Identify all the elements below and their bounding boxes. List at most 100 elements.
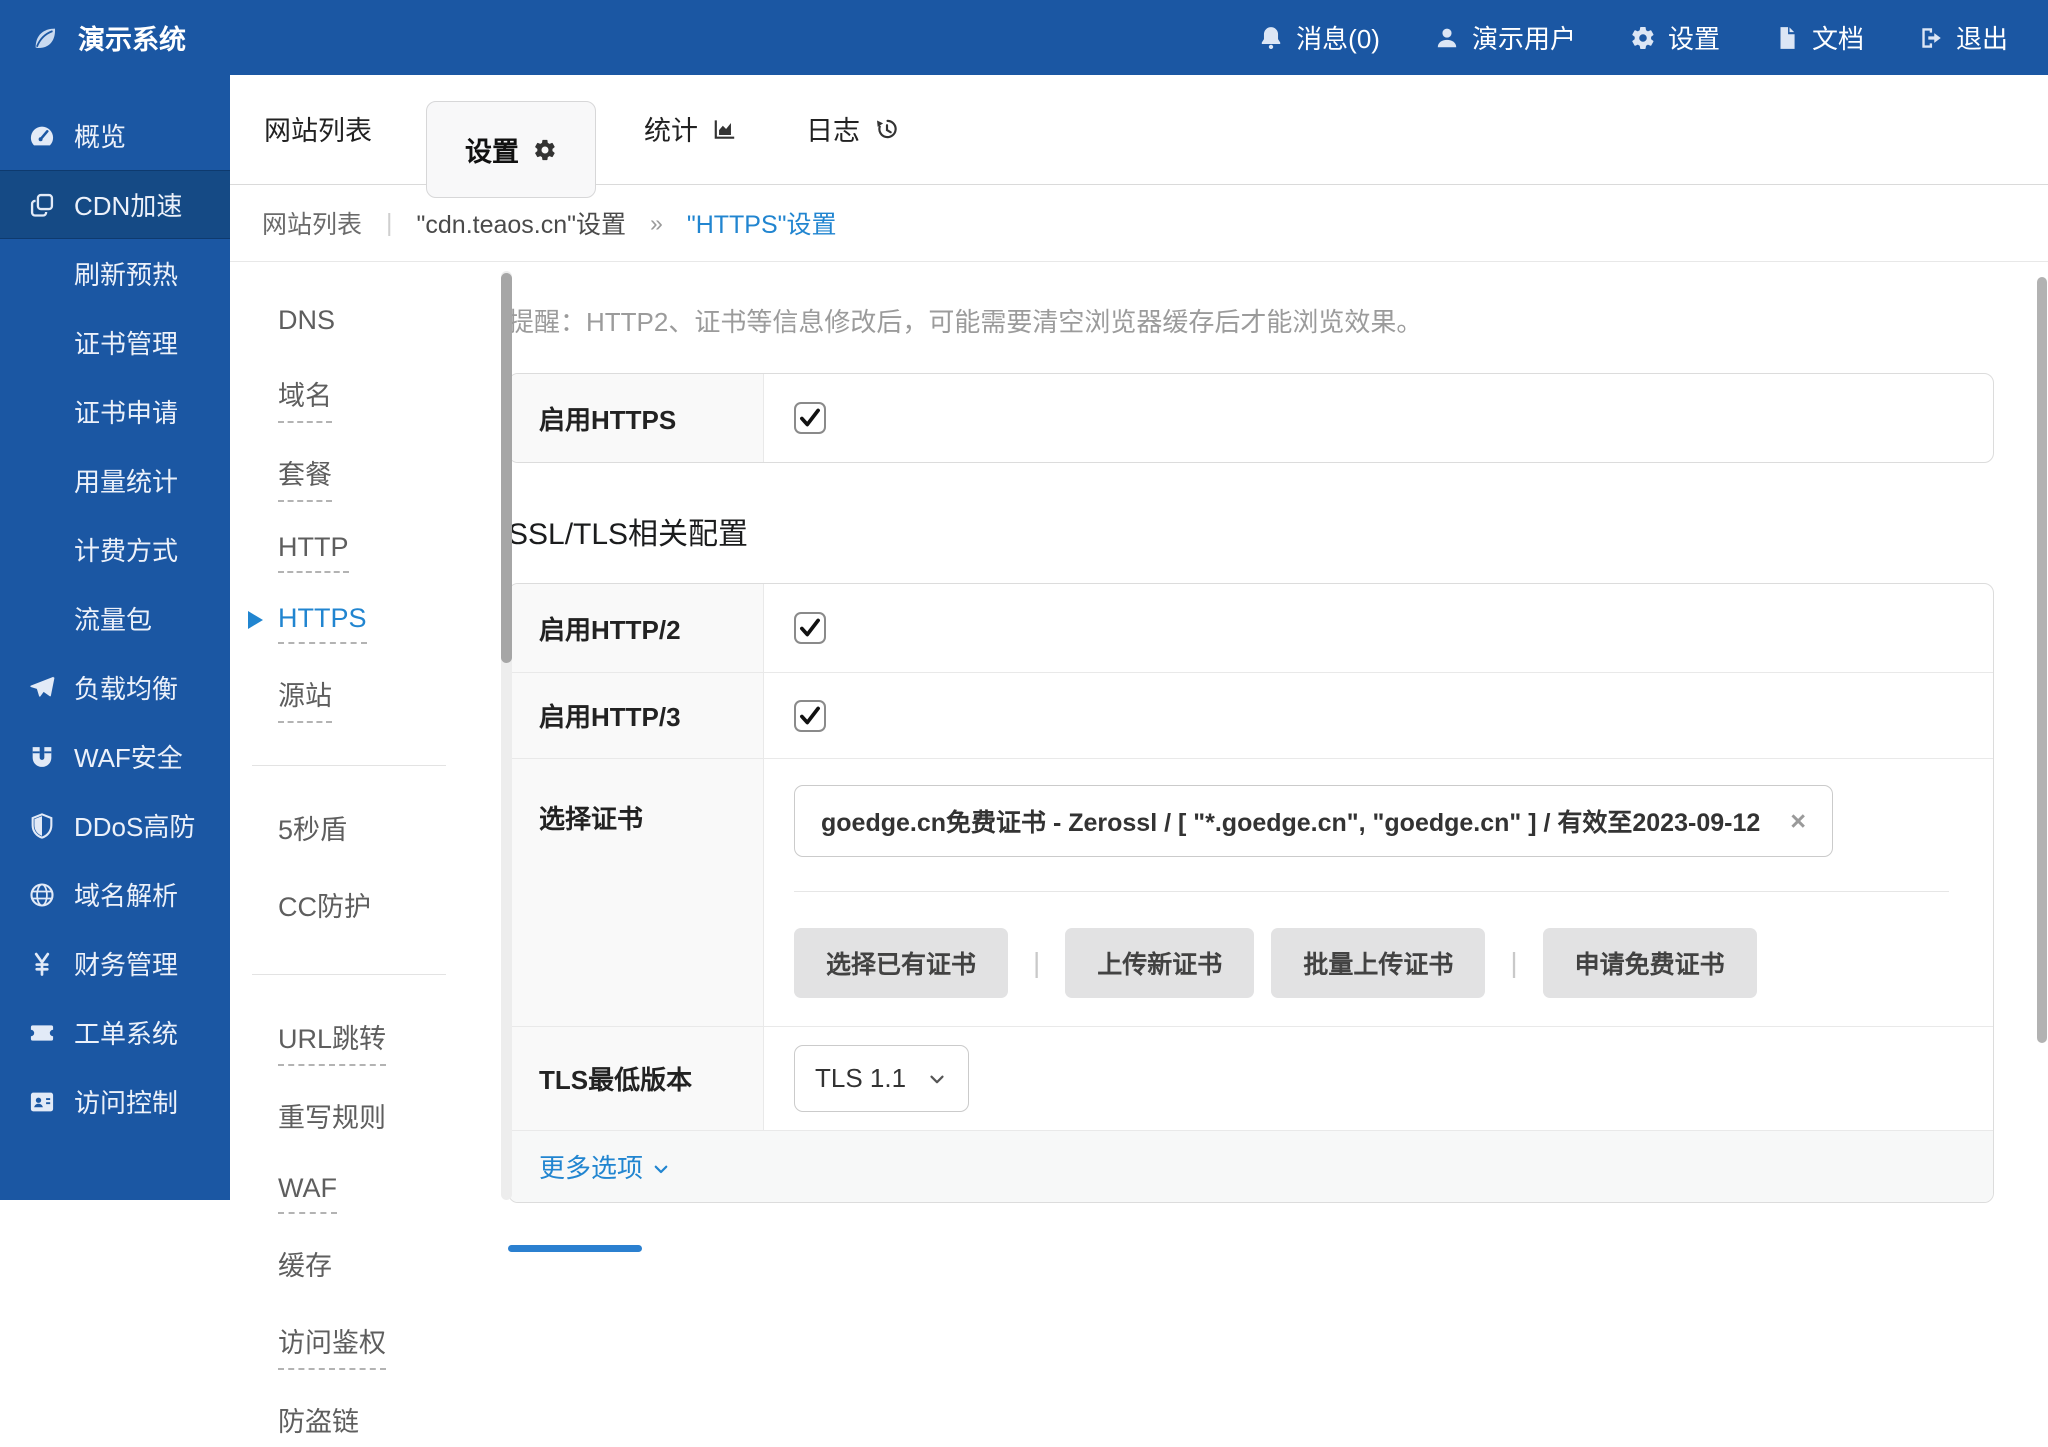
logout-label: 退出	[1956, 19, 2008, 56]
sidebar-item-cdn[interactable]: CDN加速	[0, 170, 230, 239]
http3-checkbox[interactable]	[794, 700, 826, 732]
save-button-partial[interactable]	[508, 1245, 642, 1252]
http3-label: 启用HTTP/3	[509, 673, 764, 758]
sidebar-item-label: CDN加速	[74, 186, 182, 223]
submenu-item-domain[interactable]: 域名	[278, 374, 508, 423]
breadcrumb-https-settings[interactable]: "HTTPS"设置	[687, 205, 837, 241]
sidebar-item-waf[interactable]: WAF安全	[0, 722, 230, 791]
cert-buttons-row: 选择已有证书 | 上传新证书 批量上传证书 | 申请免费证书	[794, 928, 1757, 998]
sidebar-item-label: 工单系统	[74, 1014, 178, 1051]
sidebar-item-dns-resolve[interactable]: 域名解析	[0, 860, 230, 929]
breadcrumb-separator: |	[386, 209, 393, 238]
tls-min-version-label: TLS最低版本	[509, 1027, 764, 1130]
submenu-item-auth[interactable]: 访问鉴权	[278, 1321, 508, 1370]
submenu-scrollbar[interactable]	[501, 271, 512, 1200]
tab-settings[interactable]: 设置	[426, 101, 596, 198]
submenu-item-dns[interactable]: DNS	[278, 305, 508, 344]
apply-free-cert-button[interactable]: 申请免费证书	[1543, 928, 1757, 998]
submenu-item-origin[interactable]: 源站	[278, 674, 508, 723]
tls-version-value: TLS 1.1	[815, 1063, 906, 1094]
check-icon	[797, 405, 823, 431]
history-icon	[874, 116, 900, 142]
tab-bar: 网站列表 设置 统计 日志	[230, 75, 2048, 185]
app-brand[interactable]: 演示系统	[30, 18, 186, 57]
sidebar-item-tickets[interactable]: 工单系统	[0, 998, 230, 1067]
user-menu-button[interactable]: 演示用户	[1434, 19, 1576, 56]
sidebar-item-label: 刷新预热	[74, 255, 178, 292]
notice-text: 提醒：HTTP2、证书等信息修改后，可能需要清空浏览器缓存后才能浏览效果。	[508, 305, 1994, 339]
clone-icon	[28, 191, 56, 219]
submenu-item-cache[interactable]: 缓存	[278, 1244, 508, 1291]
sidebar-item-label: 证书申请	[74, 393, 178, 430]
tls-version-select[interactable]: TLS 1.1	[794, 1045, 969, 1112]
document-icon	[1774, 25, 1800, 51]
more-options-link[interactable]: 更多选项	[539, 1148, 670, 1185]
sidebar-item-label: 访问控制	[74, 1083, 178, 1120]
tab-site-list[interactable]: 网站列表	[260, 109, 376, 184]
sidebar-item-load-balancer[interactable]: 负载均衡	[0, 653, 230, 722]
cert-label: 选择证书	[509, 759, 764, 1026]
submenu-item-plan[interactable]: 套餐	[278, 453, 508, 502]
magnet-icon	[28, 743, 56, 771]
chevron-down-icon	[652, 1160, 670, 1178]
bell-icon	[1258, 25, 1284, 51]
gear-icon	[1630, 25, 1656, 51]
submenu-item-cc-protect[interactable]: CC防护	[278, 885, 508, 932]
sidebar-item-label: 证书管理	[74, 324, 178, 361]
sidebar-item-overview[interactable]: 概览	[0, 101, 230, 170]
https-enable-panel: 启用HTTPS	[508, 373, 1994, 463]
table-row: 启用HTTP/3	[509, 672, 1993, 758]
app-title: 演示系统	[78, 18, 186, 57]
navbar-menu: 消息(0) 演示用户 设置	[1258, 19, 2008, 56]
sidebar-item-usage-stats[interactable]: 用量统计	[0, 446, 230, 515]
ticket-icon	[28, 1019, 56, 1047]
page-scrollbar-thumb[interactable]	[2037, 277, 2047, 1043]
sidebar-item-label: 财务管理	[74, 945, 178, 982]
sidebar-item-cert-manage[interactable]: 证书管理	[0, 308, 230, 377]
http2-checkbox[interactable]	[794, 612, 826, 644]
sidebar-item-billing[interactable]: 计费方式	[0, 515, 230, 584]
main-sidebar: 概览 CDN加速 刷新预热 证书管理 证书申请 用量统计 计费方式 流量包 负载…	[0, 75, 230, 1200]
messages-button[interactable]: 消息(0)	[1258, 19, 1380, 56]
tab-logs[interactable]: 日志	[802, 109, 904, 184]
submenu-item-hotlink[interactable]: 防盗链	[278, 1400, 508, 1447]
user-icon	[1434, 25, 1460, 51]
panel-footer: 更多选项	[509, 1130, 1993, 1202]
submenu-item-url-redirect[interactable]: URL跳转	[278, 1017, 508, 1066]
breadcrumb-separator: »	[650, 210, 663, 237]
sidebar-item-finance[interactable]: 财务管理	[0, 929, 230, 998]
select-existing-cert-button[interactable]: 选择已有证书	[794, 928, 1008, 998]
submenu-scrollbar-thumb[interactable]	[501, 273, 512, 663]
breadcrumb-site-settings[interactable]: "cdn.teaos.cn"设置	[417, 205, 627, 241]
sidebar-item-refresh-preheat[interactable]: 刷新预热	[0, 239, 230, 308]
submenu-item-5s-shield[interactable]: 5秒盾	[278, 808, 508, 855]
table-row: 启用HTTPS	[509, 374, 1993, 462]
tab-statistics[interactable]: 统计	[640, 109, 742, 184]
sidebar-item-access-control[interactable]: 访问控制	[0, 1067, 230, 1136]
settings-button[interactable]: 设置	[1630, 19, 1720, 56]
upload-new-cert-button[interactable]: 上传新证书	[1065, 928, 1254, 998]
logout-button[interactable]: 退出	[1918, 19, 2008, 56]
yen-icon	[28, 950, 56, 978]
table-row: TLS最低版本 TLS 1.1	[509, 1026, 1993, 1130]
submenu-item-http[interactable]: HTTP	[278, 532, 508, 573]
docs-button[interactable]: 文档	[1774, 19, 1864, 56]
sidebar-item-cert-apply[interactable]: 证书申请	[0, 377, 230, 446]
remove-cert-icon[interactable]: ×	[1790, 808, 1806, 835]
submenu-item-waf[interactable]: WAF	[278, 1173, 508, 1214]
https-enable-checkbox[interactable]	[794, 402, 826, 434]
sidebar-item-traffic-package[interactable]: 流量包	[0, 584, 230, 653]
submenu-item-rewrite-rules[interactable]: 重写规则	[278, 1096, 508, 1143]
main-area: 网站列表 设置 统计 日志	[230, 75, 2048, 1200]
sidebar-item-ddos[interactable]: DDoS高防	[0, 791, 230, 860]
http2-label: 启用HTTP/2	[509, 584, 764, 672]
batch-upload-cert-button[interactable]: 批量上传证书	[1271, 928, 1485, 998]
breadcrumb-site-list[interactable]: 网站列表	[262, 205, 362, 241]
submenu-item-https[interactable]: HTTPS	[278, 603, 508, 644]
leaf-logo-icon	[30, 23, 60, 53]
sidebar-item-label: 域名解析	[74, 876, 178, 913]
globe-icon	[28, 881, 56, 909]
button-separator: |	[1033, 947, 1040, 979]
shield-icon	[28, 812, 56, 840]
check-icon	[797, 615, 823, 641]
